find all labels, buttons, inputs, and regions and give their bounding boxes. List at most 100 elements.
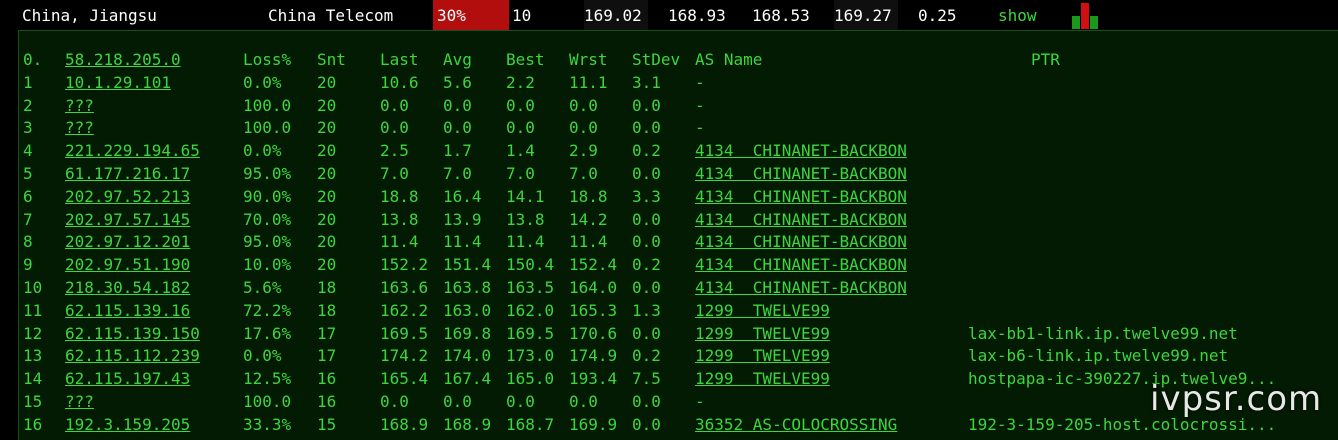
hop-avg: 169.8 (443, 323, 492, 343)
hop-as-name[interactable]: 36352 AS-COLOCROSSING (695, 414, 897, 437)
hop-stdev: 0.0 (632, 118, 661, 138)
hop-worst: 2.9 (569, 141, 598, 161)
hop-best: 169.5 (506, 323, 555, 343)
hop-as-name[interactable]: 4134 CHINANET-BACKBON (695, 209, 907, 232)
hop-host-link[interactable]: ??? (65, 391, 94, 414)
hop-stdev: 3.1 (632, 72, 661, 92)
table-row: 11 62.115.139.16 72.2% 18 162.2 163.0 162.0 165… (19, 300, 1338, 323)
header-stdev: StDev (632, 50, 681, 69)
hop-host-link[interactable]: 202.97.52.213 (65, 186, 190, 209)
hop-host-link[interactable]: 202.97.12.201 (65, 231, 190, 254)
hop-worst: 0.0 (569, 118, 598, 138)
hop-as-name[interactable]: 4134 CHINANET-BACKBON (695, 140, 907, 163)
hop-as-name: - (695, 118, 705, 138)
hop-host-link[interactable]: 202.97.51.190 (65, 254, 190, 277)
hop-avg: 163.0 (443, 300, 492, 320)
table-row: 15??? 100.0 16 0.0 0.0 0.0 0.0 0.0 - (19, 391, 1338, 414)
hop-last: 0.0 (380, 392, 409, 411)
hop-avg: 168.9 (443, 414, 492, 434)
hop-host-link[interactable]: 218.30.54.182 (65, 277, 190, 300)
hop-as-name[interactable]: 4134 CHINANET-BACKBON (695, 231, 907, 254)
hop-host-link[interactable]: 10.1.29.101 (65, 72, 171, 95)
sparkline-bar (1090, 16, 1098, 29)
hop-worst: 0.0 (569, 392, 598, 411)
worst-value: 169.27 (834, 0, 898, 30)
hop-loss: 17.6% (243, 323, 292, 343)
hop-host-link[interactable]: 62.115.139.150 (65, 323, 200, 346)
header-target-host[interactable]: 58.218.205.0 (65, 49, 181, 72)
hop-host-link[interactable]: ??? (65, 117, 94, 140)
hop-worst: 18.8 (569, 186, 608, 206)
hop-as-name[interactable]: 4134 CHINANET-BACKBON (695, 163, 907, 186)
hop-as-name[interactable]: 1299 TWELVE99 (695, 368, 830, 391)
hop-last: 10.6 (380, 72, 419, 92)
last-value: 169.02 (584, 0, 648, 30)
hop-avg: 0.0 (443, 118, 472, 138)
hop-avg: 1.7 (443, 141, 472, 161)
hop-host-link[interactable]: 62.115.197.43 (65, 368, 190, 391)
stdev-value: 0.25 (918, 6, 957, 25)
hop-loss: 12.5% (243, 369, 292, 389)
hop-sent: 20 (317, 72, 337, 92)
table-row: 1 10.1.29.101 0.0% 20 10.6 5.6 2.2 11.1 3.1 - (19, 72, 1338, 95)
hop-last: 169.5 (380, 323, 429, 343)
hop-avg: 0.0 (443, 392, 472, 411)
hop-index: 5 (23, 164, 33, 183)
hop-as-name[interactable]: 1299 TWELVE99 (695, 323, 830, 346)
hop-loss: 70.0% (243, 209, 292, 229)
hop-stdev: 0.0 (632, 392, 661, 411)
hop-worst: 165.3 (569, 300, 618, 320)
hop-loss: 95.0% (243, 164, 292, 183)
hop-best: 165.0 (506, 369, 555, 389)
hop-loss: 5.6% (243, 278, 282, 297)
hop-last: 2.5 (380, 141, 409, 161)
hop-loss: 95.0% (243, 232, 292, 252)
hop-loss: 100.0 (243, 392, 292, 411)
header-last: Last (380, 50, 419, 69)
hop-as-name: - (695, 392, 705, 411)
hop-best: 13.8 (506, 209, 545, 229)
show-button[interactable]: show (998, 0, 1037, 30)
table-row: 14 62.115.197.43 12.5% 16 165.4 167.4 165.0 193… (19, 368, 1338, 391)
hop-avg: 167.4 (443, 369, 492, 389)
hop-best: 173.0 (506, 346, 555, 366)
header-avg: Avg (443, 50, 472, 69)
hop-host-link[interactable]: 62.115.139.16 (65, 300, 190, 323)
hop-index: 9 (23, 255, 33, 275)
hop-loss: 100.0 (243, 118, 292, 138)
hop-worst: 14.2 (569, 209, 608, 229)
hop-host-link[interactable]: 192.3.159.205 (65, 414, 190, 437)
hop-host-link[interactable]: ??? (65, 95, 94, 118)
hop-index: 7 (23, 209, 33, 229)
hop-index: 3 (23, 118, 33, 138)
hop-stdev: 7.5 (632, 369, 661, 389)
hop-host-link[interactable]: 61.177.216.17 (65, 163, 190, 186)
hop-ptr: lax-b6-link.ip.twelve99.net (968, 346, 1229, 366)
loss-badge: 30% (433, 0, 509, 30)
header-best: Best (506, 50, 545, 69)
hop-stdev: 0.0 (632, 164, 661, 183)
hop-worst: 0.0 (569, 95, 598, 115)
isp-label: China Telecom (268, 6, 394, 25)
hop-best: 163.5 (506, 278, 555, 297)
table-row: 7 202.97.57.145 70.0% 20 13.8 13.9 13.8 14.2 0.0… (19, 209, 1338, 232)
hop-loss: 90.0% (243, 186, 292, 206)
hop-sent: 20 (317, 186, 337, 206)
hop-best: 150.4 (506, 255, 555, 275)
table-row: 13 62.115.112.239 0.0% 17 174.2 174.0 173.0 174… (19, 345, 1338, 368)
hop-host-link[interactable]: 202.97.57.145 (65, 209, 190, 232)
hop-stdev: 0.0 (632, 414, 661, 434)
table-row: 9 202.97.51.190 10.0% 20 152.2 151.4 150.4 152.… (19, 254, 1338, 277)
hop-as-name[interactable]: 4134 CHINANET-BACKBON (695, 254, 907, 277)
hop-as-name[interactable]: 4134 CHINANET-BACKBON (695, 277, 907, 300)
hop-stdev: 0.2 (632, 141, 661, 161)
hop-as-name[interactable]: 4134 CHINANET-BACKBON (695, 186, 907, 209)
hop-avg: 11.4 (443, 232, 482, 252)
hop-host-link[interactable]: 221.229.194.65 (65, 140, 200, 163)
hop-host-link[interactable]: 62.115.112.239 (65, 345, 200, 368)
hop-best: 2.2 (506, 72, 535, 92)
hop-as-name[interactable]: 1299 TWELVE99 (695, 345, 830, 368)
hop-worst: 169.9 (569, 414, 618, 434)
hop-as-name[interactable]: 1299 TWELVE99 (695, 300, 830, 323)
table-row: 16 192.3.159.205 33.3% 15 168.9 168.9 168.7 169… (19, 414, 1338, 437)
